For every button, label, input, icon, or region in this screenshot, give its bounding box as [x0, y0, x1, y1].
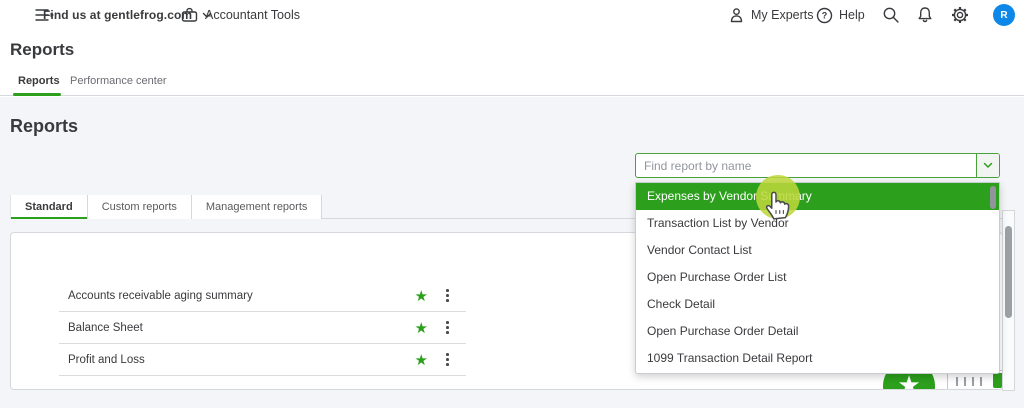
dropdown-option-vendor-contact-list[interactable]: Vendor Contact List: [636, 237, 999, 264]
kebab-menu-icon[interactable]: [443, 288, 452, 303]
help-question-icon: ?: [816, 7, 833, 23]
favorite-star-icon[interactable]: ★: [415, 344, 428, 376]
star-icon: ★: [897, 371, 921, 390]
favorite-report-row: Profit and Loss ★: [59, 344, 466, 376]
notifications-bell-icon[interactable]: [914, 0, 936, 30]
dropdown-option-check-detail[interactable]: Check Detail: [636, 291, 999, 318]
help-button[interactable]: ? Help: [816, 0, 865, 30]
page-scrollbar-thumb[interactable]: [1005, 226, 1012, 318]
settings-gear-icon[interactable]: [949, 0, 971, 30]
tab-custom-reports[interactable]: Custom reports: [87, 195, 192, 219]
active-tab-underline: [13, 93, 61, 96]
hand-cursor-icon: [763, 188, 793, 221]
favorite-star-icon[interactable]: ★: [415, 312, 428, 344]
top-navigation-bar: Find us at gentlefrog.com Accountant Too…: [0, 0, 1024, 30]
avatar-initial: R: [1000, 9, 1008, 21]
my-experts-label: My Experts: [751, 8, 814, 22]
chevron-down-icon: [983, 162, 993, 168]
help-label: Help: [839, 8, 865, 22]
favorite-star-icon[interactable]: ★: [415, 280, 428, 312]
favorite-report-row: Balance Sheet ★: [59, 312, 466, 344]
favorite-report-row: Accounts receivable aging summary ★: [59, 280, 466, 312]
find-report-combobox: [635, 153, 1000, 178]
find-report-input[interactable]: [636, 154, 974, 177]
report-link-accounts-receivable[interactable]: Accounts receivable aging summary: [68, 280, 253, 312]
kebab-menu-icon[interactable]: [443, 320, 452, 335]
dropdown-option-1099-transaction-detail[interactable]: 1099 Transaction Detail Report: [636, 345, 999, 372]
section-title: Reports: [10, 116, 79, 136]
kebab-menu-icon[interactable]: [443, 352, 452, 367]
report-link-balance-sheet[interactable]: Balance Sheet: [68, 312, 143, 344]
search-icon[interactable]: [880, 0, 902, 30]
tab-standard[interactable]: Standard: [10, 195, 88, 219]
dropdown-option-transaction-list-by-vendor[interactable]: Transaction List by Vendor: [636, 210, 999, 237]
primary-tab-bar: Reports Performance center: [0, 72, 1024, 96]
accountant-tools-label: Accountant Tools: [205, 8, 300, 22]
combobox-dropdown-button[interactable]: [976, 154, 999, 177]
tab-reports[interactable]: Reports: [18, 75, 60, 87]
tab-performance-center[interactable]: Performance center: [70, 75, 167, 87]
briefcase-icon: [181, 7, 198, 22]
my-experts-button[interactable]: My Experts: [728, 0, 814, 30]
dropdown-option-open-purchase-order-detail[interactable]: Open Purchase Order Detail: [636, 318, 999, 345]
tab-management-reports[interactable]: Management reports: [191, 195, 323, 219]
accountant-tools-button[interactable]: Accountant Tools: [180, 0, 300, 30]
report-link-profit-and-loss[interactable]: Profit and Loss: [68, 344, 145, 376]
person-icon: [730, 8, 743, 23]
dropdown-option-expenses-by-vendor-summary[interactable]: Expenses by Vendor Summary: [636, 183, 999, 210]
dropdown-option-open-purchase-order-list[interactable]: Open Purchase Order List: [636, 264, 999, 291]
user-avatar[interactable]: R: [993, 4, 1015, 26]
report-suggestions-dropdown: Expenses by Vendor Summary Transaction L…: [635, 182, 1000, 374]
dropdown-scrollbar-thumb[interactable]: [990, 186, 996, 209]
company-name: Find us at gentlefrog.com: [43, 8, 193, 22]
report-type-tabs: Standard Custom reports Management repor…: [10, 195, 323, 219]
svg-text:?: ?: [822, 10, 828, 20]
page-title: Reports: [10, 40, 75, 59]
